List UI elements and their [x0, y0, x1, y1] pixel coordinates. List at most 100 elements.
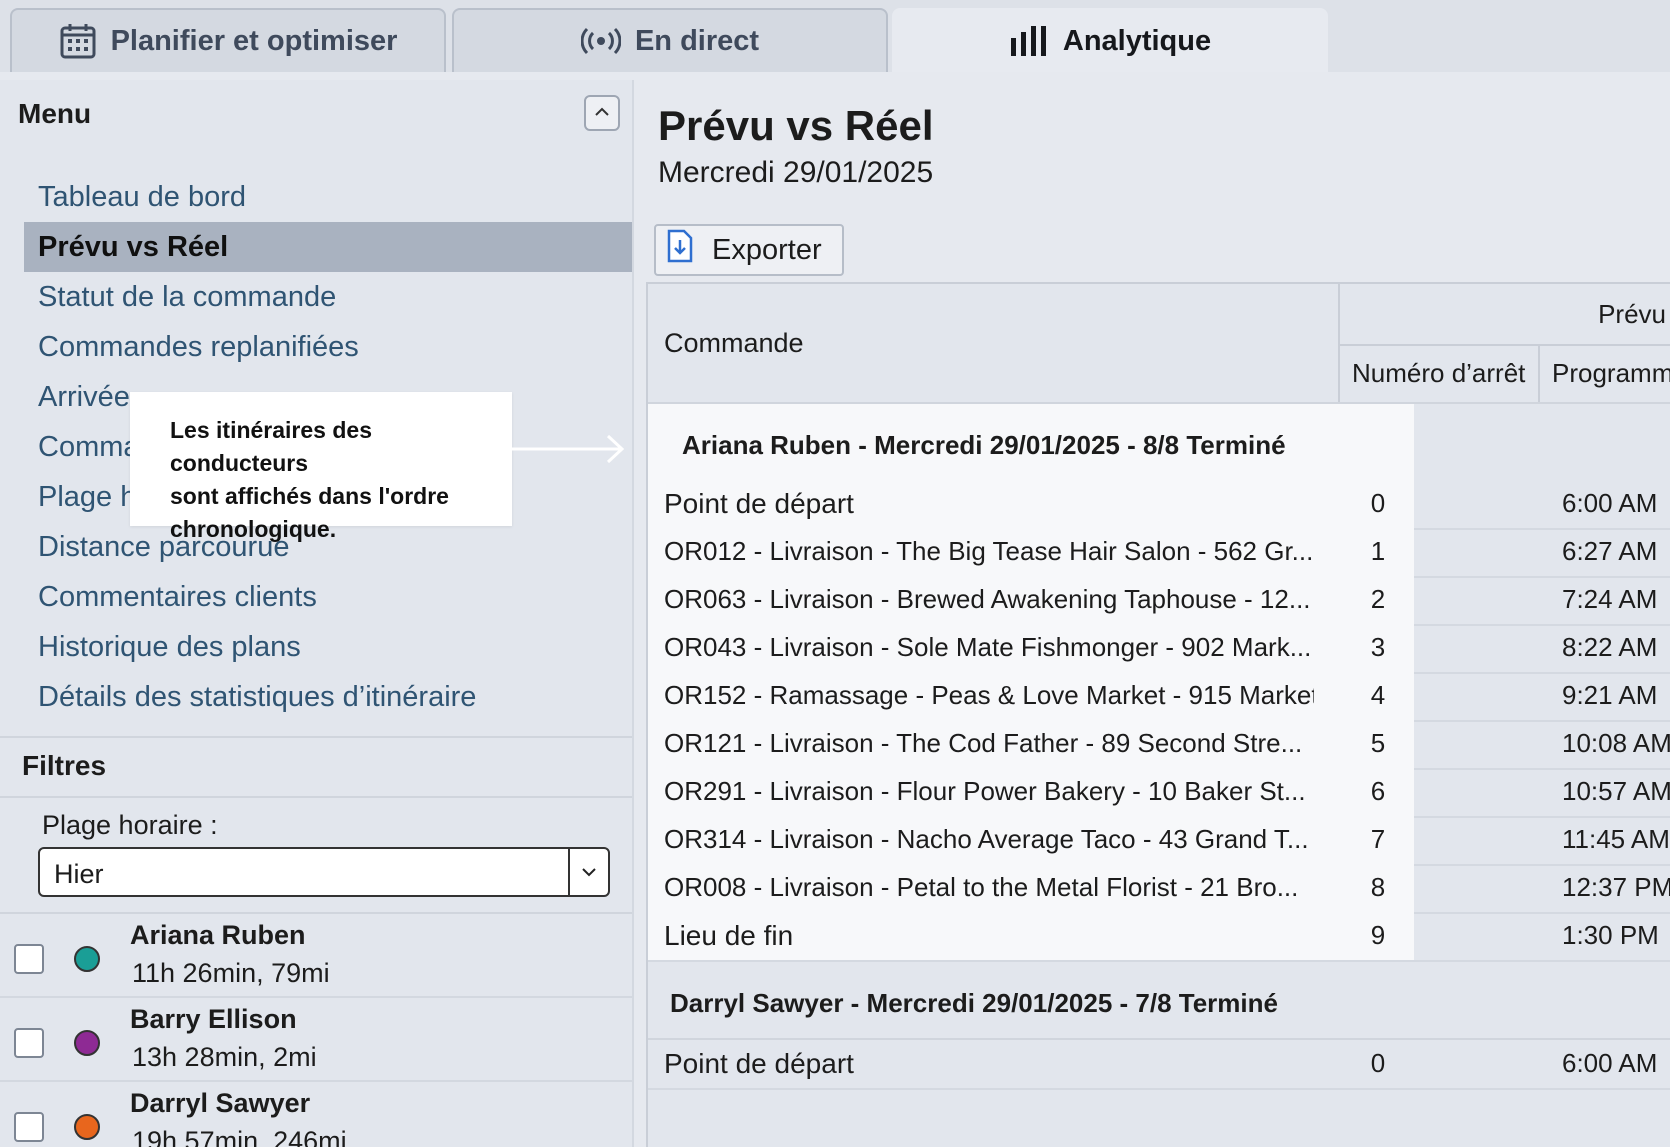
stop-number-cell: 3 — [1370, 632, 1386, 662]
route-group-title: Ariana Ruben - Mercredi 29/01/2025 - 8/8… — [682, 430, 1286, 460]
export-label: Exporter — [712, 233, 822, 266]
stop-number-cell: 0 — [1370, 488, 1386, 518]
tab-label: Analytique — [1062, 24, 1212, 57]
time-range-value: Hier — [54, 859, 104, 889]
table-row[interactable]: OR121 - Livraison - The Cod Father - 89 … — [648, 720, 1670, 770]
column-header-programme: Programm — [1552, 358, 1670, 388]
tooltip-line: chronologique. — [170, 516, 337, 542]
tab-planifier[interactable]: Planifier et optimiser — [10, 8, 446, 72]
table-row[interactable]: OR008 - Livraison - Petal to the Metal F… — [648, 864, 1670, 914]
stop-number-cell: 4 — [1370, 680, 1386, 710]
export-button[interactable]: Exporter — [654, 224, 844, 276]
order-cell: OR291 - Livraison - Flour Power Bakery -… — [664, 776, 1306, 806]
stop-number-cell: 0 — [1370, 1048, 1386, 1078]
driver-name: Barry Ellison — [130, 1004, 297, 1034]
order-cell: OR008 - Livraison - Petal to the Metal F… — [664, 872, 1299, 902]
tooltip-callout: Les itinéraires des conducteurs sont aff… — [130, 392, 512, 542]
scheduled-time-cell: 11:45 AM — [1562, 824, 1670, 854]
menu-item-statut-commande[interactable]: Statut de la commande — [24, 272, 632, 322]
tab-label: En direct — [634, 24, 760, 57]
driver-stats: 11h 26min, 79mi — [132, 958, 330, 988]
scheduled-time-cell: 10:08 AM — [1562, 728, 1670, 758]
divider — [0, 796, 632, 798]
column-header-commande: Commande — [664, 328, 804, 358]
chevron-down-icon[interactable] — [568, 849, 608, 895]
table-row[interactable]: OR063 - Livraison - Brewed Awakening Tap… — [648, 576, 1670, 626]
calendar-icon — [59, 22, 97, 60]
scheduled-time-cell: 12:37 PM — [1562, 872, 1670, 902]
download-icon — [666, 229, 694, 271]
table-row[interactable]: OR291 - Livraison - Flour Power Bakery -… — [648, 768, 1670, 818]
time-range-select[interactable]: Hier — [38, 847, 610, 897]
table-row[interactable]: Point de départ 0 6:00 AM — [648, 1040, 1670, 1090]
scheduled-time-cell: 6:00 AM — [1562, 1048, 1658, 1078]
scheduled-time-cell: 9:21 AM — [1562, 680, 1658, 710]
tooltip-line: Les itinéraires des conducteurs — [170, 417, 372, 476]
main-content: Prévu vs Réel Mercredi 29/01/2025 Export… — [636, 80, 1670, 1147]
driver-color-dot — [74, 1114, 100, 1140]
chevron-up-icon — [594, 104, 610, 122]
table-row[interactable]: OR012 - Livraison - The Big Tease Hair S… — [648, 528, 1670, 578]
driver-color-dot — [74, 1030, 100, 1056]
driver-checkbox[interactable] — [14, 1028, 44, 1058]
stop-number-cell: 7 — [1370, 824, 1386, 854]
table-row[interactable]: OR314 - Livraison - Nacho Average Taco -… — [648, 816, 1670, 866]
menu-item-tableau-de-bord[interactable]: Tableau de bord — [24, 172, 632, 222]
order-cell: OR314 - Livraison - Nacho Average Taco -… — [664, 824, 1309, 854]
stop-number-cell: 8 — [1370, 872, 1386, 902]
tab-en-direct[interactable]: En direct — [452, 8, 888, 72]
driver-list-item[interactable]: Barry Ellison 13h 28min, 2mi — [0, 998, 632, 1082]
divider — [0, 736, 632, 738]
page-date: Mercredi 29/01/2025 — [658, 156, 934, 189]
tooltip-line: sont affichés dans l'ordre — [170, 483, 449, 509]
driver-checkbox[interactable] — [14, 944, 44, 974]
stop-number-cell: 1 — [1370, 536, 1386, 566]
order-cell: OR063 - Livraison - Brewed Awakening Tap… — [664, 584, 1311, 614]
driver-stats: 13h 28min, 2mi — [132, 1042, 317, 1072]
filters-title: Filtres — [22, 750, 107, 781]
column-header-prevu: Prévu — [1340, 284, 1670, 346]
order-cell: Point de départ — [664, 1048, 854, 1079]
menu-item-commentaires-clients[interactable]: Commentaires clients — [24, 572, 632, 622]
driver-checkbox[interactable] — [14, 1112, 44, 1142]
scheduled-time-cell: 8:22 AM — [1562, 632, 1658, 662]
menu-title: Menu — [18, 98, 92, 129]
driver-name: Ariana Ruben — [130, 920, 306, 950]
scheduled-time-cell: 7:24 AM — [1562, 584, 1658, 614]
column-group-prevu: Prévu Numéro d’arrêt Programm — [1338, 284, 1670, 402]
driver-stats: 19h 57min, 246mi — [132, 1126, 347, 1147]
bar-chart-icon — [1009, 24, 1049, 58]
order-cell: Lieu de fin — [664, 920, 794, 951]
order-cell: OR121 - Livraison - The Cod Father - 89 … — [664, 728, 1303, 758]
menu-item-commandes-replanifiees[interactable]: Commandes replanifiées — [24, 322, 632, 372]
collapse-menu-button[interactable] — [584, 95, 620, 131]
menu-item-prevu-vs-reel[interactable]: Prévu vs Réel — [24, 222, 632, 272]
tab-bar: Planifier et optimiser En direct Analyti… — [0, 0, 1670, 72]
tab-analytique[interactable]: Analytique — [892, 8, 1328, 72]
sidebar: Menu Tableau de bord Prévu vs Réel Statu… — [0, 80, 634, 1147]
route-group-title: Darryl Sawyer - Mercredi 29/01/2025 - 7/… — [670, 988, 1278, 1018]
order-cell: Point de départ — [664, 488, 854, 519]
table-row[interactable]: Lieu de fin 9 1:30 PM — [648, 912, 1670, 962]
driver-list-item[interactable]: Ariana Ruben 11h 26min, 79mi — [0, 914, 632, 998]
menu-item-historique-plans[interactable]: Historique des plans — [24, 622, 632, 672]
stop-number-cell: 2 — [1370, 584, 1386, 614]
tab-label: Planifier et optimiser — [110, 24, 398, 57]
stop-number-cell: 9 — [1370, 920, 1386, 950]
driver-list-item[interactable]: Darryl Sawyer 19h 57min, 246mi — [0, 1082, 632, 1147]
order-cell: OR043 - Livraison - Sole Mate Fishmonger… — [664, 632, 1312, 662]
scheduled-time-cell: 6:00 AM — [1562, 488, 1658, 518]
menu-item-details-statistiques[interactable]: Détails des statistiques d’itinéraire — [24, 672, 632, 722]
order-cell: OR152 - Ramassage - Peas & Love Market -… — [664, 680, 1314, 710]
scheduled-time-cell: 6:27 AM — [1562, 536, 1658, 566]
table-row[interactable]: OR043 - Livraison - Sole Mate Fishmonger… — [648, 624, 1670, 674]
table-row[interactable]: OR152 - Ramassage - Peas & Love Market -… — [648, 672, 1670, 722]
arrow-right-icon — [510, 434, 625, 464]
column-header-numero-arret: Numéro d’arrêt — [1340, 346, 1540, 402]
scheduled-time-cell: 10:57 AM — [1562, 776, 1670, 806]
time-range-label: Plage horaire : — [42, 810, 218, 840]
stop-number-cell: 5 — [1370, 728, 1386, 758]
table-row[interactable]: Point de départ 0 6:00 AM — [648, 480, 1670, 530]
planned-vs-actual-table: Commande Prévu Numéro d’arrêt Programm A… — [646, 282, 1670, 1147]
scheduled-time-cell: 1:30 PM — [1562, 920, 1659, 950]
